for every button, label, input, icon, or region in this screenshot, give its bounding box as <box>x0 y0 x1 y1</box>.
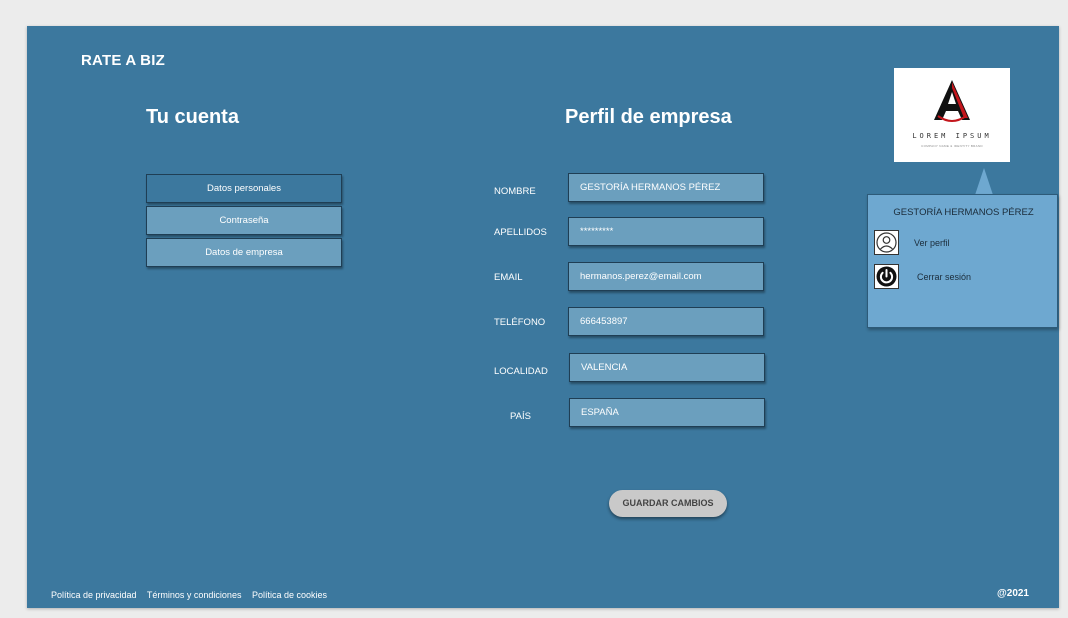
cerrar-sesion-item[interactable]: Cerrar sesión <box>874 264 1054 290</box>
copyright: @2021 <box>997 588 1029 599</box>
logo-subtext: COMPANY NAME & IDENTITY BRAND <box>921 144 983 148</box>
label-nombre: NOMBRE <box>494 186 536 197</box>
ver-perfil-item[interactable]: Ver perfil <box>874 230 1054 256</box>
menu-datos-personales[interactable]: Datos personales <box>146 174 342 203</box>
label-apellidos: APELLIDOS <box>494 227 547 238</box>
profile-title: Perfil de empresa <box>565 106 732 128</box>
cerrar-sesion-label: Cerrar sesión <box>917 272 972 282</box>
label-telefono: TELÉFONO <box>494 317 546 328</box>
logo-text: LOREM IPSUM <box>912 132 992 140</box>
input-apellidos[interactable]: ********* <box>568 217 764 246</box>
menu-datos-empresa[interactable]: Datos de empresa <box>146 238 342 267</box>
logo-a-icon <box>934 80 970 122</box>
account-title: Tu cuenta <box>146 106 239 128</box>
input-nombre[interactable]: GESTORÍA HERMANOS PÉREZ <box>568 173 764 202</box>
footer-links: Política de privacidad Términos y condic… <box>51 590 335 600</box>
power-icon <box>874 264 899 289</box>
company-logo[interactable]: LOREM IPSUM COMPANY NAME & IDENTITY BRAN… <box>894 68 1010 162</box>
menu-contrasena[interactable]: Contraseña <box>146 206 342 235</box>
user-name: GESTORÍA HERMANOS PÉREZ <box>893 207 1034 218</box>
footer-link-cookies[interactable]: Política de cookies <box>252 590 327 600</box>
input-pais[interactable]: ESPAÑA <box>569 398 765 427</box>
user-icon <box>874 230 899 255</box>
save-changes-button[interactable]: GUARDAR CAMBIOS <box>609 490 727 517</box>
label-email: EMAIL <box>494 272 523 283</box>
label-localidad: LOCALIDAD <box>494 366 548 377</box>
input-localidad[interactable]: VALENCIA <box>569 353 765 382</box>
input-email[interactable]: hermanos.perez@email.com <box>568 262 764 291</box>
brand-logo-text[interactable]: RATE A BIZ <box>81 52 165 69</box>
dropdown-pointer <box>975 168 993 195</box>
input-telefono[interactable]: 666453897 <box>568 307 764 336</box>
footer-link-privacy[interactable]: Política de privacidad <box>51 590 137 600</box>
label-pais: PAÍS <box>510 411 531 422</box>
user-dropdown-menu: GESTORÍA HERMANOS PÉREZ Ver perfil Cerra… <box>867 194 1058 328</box>
ver-perfil-label: Ver perfil <box>914 238 950 248</box>
footer-link-terms[interactable]: Términos y condiciones <box>147 590 242 600</box>
app-frame: RATE A BIZ Tu cuenta Perfil de empresa D… <box>27 26 1059 608</box>
